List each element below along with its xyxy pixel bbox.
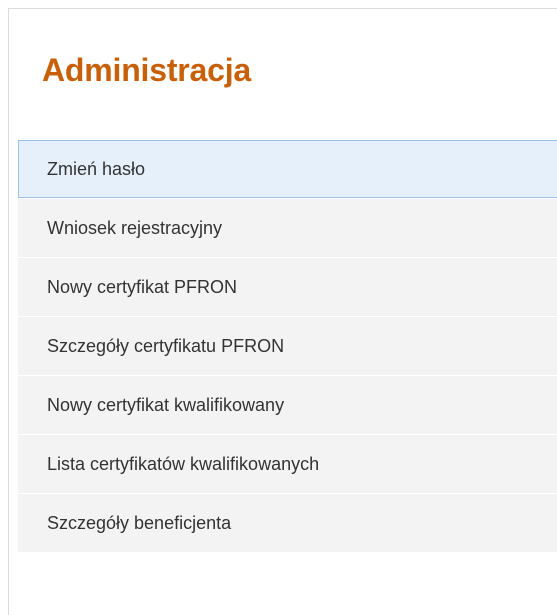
administration-panel: Administracja Zmień hasło Wniosek rejest… xyxy=(8,8,557,615)
menu-item-registration-application[interactable]: Wniosek rejestracyjny xyxy=(18,199,557,257)
menu-item-change-password[interactable]: Zmień hasło xyxy=(18,140,557,198)
menu-item-qualified-certificates-list[interactable]: Lista certyfikatów kwalifikowanych xyxy=(18,435,557,493)
menu-item-pfron-certificate-details[interactable]: Szczegóły certyfikatu PFRON xyxy=(18,317,557,375)
menu-item-beneficiary-details[interactable]: Szczegóły beneficjenta xyxy=(18,494,557,552)
menu-item-new-qualified-certificate[interactable]: Nowy certyfikat kwalifikowany xyxy=(18,376,557,434)
admin-menu: Zmień hasło Wniosek rejestracyjny Nowy c… xyxy=(18,140,557,553)
panel-title: Administracja xyxy=(42,52,252,88)
menu-item-new-pfron-certificate[interactable]: Nowy certyfikat PFRON xyxy=(18,258,557,316)
